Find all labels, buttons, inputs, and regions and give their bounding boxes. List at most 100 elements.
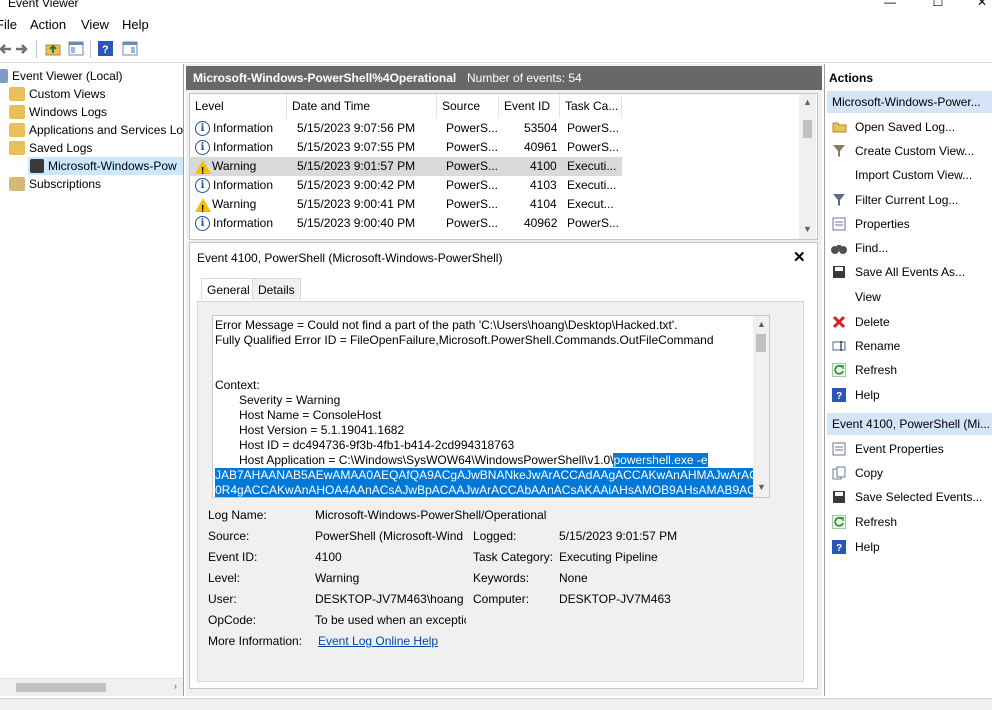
task-category-label: Task Category: xyxy=(473,550,554,564)
scroll-down-icon[interactable]: ▼ xyxy=(803,224,812,234)
action-refresh-event[interactable]: Refresh xyxy=(827,511,992,533)
column-header-event-id[interactable]: Event ID xyxy=(499,94,560,118)
message-vertical-scrollbar[interactable]: ▲ ▼ xyxy=(753,316,769,497)
column-header-source[interactable]: Source xyxy=(437,94,499,118)
action-label: View xyxy=(855,290,881,304)
tab-details[interactable]: Details xyxy=(252,278,301,300)
tree-item-custom-views[interactable]: Custom Views xyxy=(9,85,105,103)
action-help-event[interactable]: ? Help xyxy=(827,536,992,558)
table-row[interactable]: i Information 5/15/2023 9:00:42 PM PowerS… xyxy=(190,176,622,195)
menu-action[interactable]: Action xyxy=(30,17,66,32)
row-source: PowerS... xyxy=(446,178,499,192)
up-folder-icon[interactable] xyxy=(44,40,61,57)
subscriptions-icon xyxy=(9,177,25,191)
tree-item-label: Custom Views xyxy=(29,87,106,101)
source-value: PowerShell (Microsoft-Wind xyxy=(315,529,464,543)
tab-general[interactable]: General xyxy=(201,278,256,300)
actions-section-event[interactable]: Event 4100, PowerShell (Mi... xyxy=(827,413,992,435)
tree-item-windows-logs[interactable]: Windows Logs xyxy=(9,103,107,121)
action-help[interactable]: ? Help xyxy=(827,384,992,406)
action-label: Delete xyxy=(855,315,890,329)
scroll-up-icon[interactable]: ▲ xyxy=(757,319,766,329)
action-label: Event Properties xyxy=(855,442,944,456)
action-label: Save All Events As... xyxy=(855,265,966,279)
window-title: Event Viewer xyxy=(8,0,79,10)
event-log-online-help-link[interactable]: Event Log Online Help xyxy=(318,634,518,648)
event-viewer-icon xyxy=(0,69,8,83)
forward-arrow-icon[interactable] xyxy=(13,40,30,57)
message-line: Fully Qualified Error ID = FileOpenFailu… xyxy=(215,333,714,347)
action-filter-current-log[interactable]: Filter Current Log... xyxy=(827,189,992,211)
tree-item-event-viewer-local[interactable]: Event Viewer (Local) xyxy=(0,67,123,85)
action-import-custom-view[interactable]: Import Custom View... xyxy=(827,164,992,186)
toolbar: ? xyxy=(0,36,992,63)
maximize-button[interactable]: ☐ xyxy=(928,0,948,9)
menu-view[interactable]: View xyxy=(81,17,109,32)
table-row[interactable]: i Information 5/15/2023 9:07:55 PM PowerS… xyxy=(190,138,622,157)
table-row-selected[interactable]: ! Warning 5/15/2023 9:01:57 PM PowerS... … xyxy=(190,157,622,176)
row-source: PowerS... xyxy=(446,140,499,154)
table-row[interactable]: i Information 5/15/2023 9:00:40 PM PowerS… xyxy=(190,214,622,233)
opcode-label: OpCode: xyxy=(208,613,257,627)
delete-icon xyxy=(831,314,847,330)
action-copy[interactable]: Copy xyxy=(827,462,992,484)
action-save-all-events-as[interactable]: Save All Events As... xyxy=(827,261,992,283)
row-event-id: 4100 xyxy=(530,159,557,173)
menu-file[interactable]: File xyxy=(0,17,17,32)
events-table: Level Date and Time Source Event ID Task… xyxy=(189,93,818,240)
menu-help[interactable]: Help xyxy=(122,17,149,32)
action-rename[interactable]: Rename xyxy=(827,335,992,357)
close-icon[interactable]: ✕ xyxy=(793,248,806,266)
tree-item-saved-logs[interactable]: Saved Logs xyxy=(9,139,92,157)
row-date: 5/15/2023 9:00:42 PM xyxy=(297,178,416,192)
row-event-id: 40962 xyxy=(524,216,558,230)
tree-item-saved-powershell-log[interactable]: Microsoft-Windows-Pow xyxy=(28,157,183,175)
row-task: PowerS... xyxy=(567,140,620,154)
column-header-date[interactable]: Date and Time xyxy=(287,94,437,118)
message-line-host-application: Host Application = C:\Windows\SysWOW64\W… xyxy=(239,453,708,468)
scroll-down-icon[interactable]: ▼ xyxy=(757,482,766,492)
tree-horizontal-scrollbar[interactable]: › xyxy=(0,678,183,696)
warning-icon: ! xyxy=(195,197,211,214)
action-view[interactable]: View xyxy=(827,286,992,308)
back-arrow-icon[interactable] xyxy=(0,40,13,57)
log-header: Microsoft-Windows-PowerShell%4Operationa… xyxy=(186,66,822,90)
center-pane: Microsoft-Windows-PowerShell%4Operationa… xyxy=(186,64,822,696)
action-delete[interactable]: Delete xyxy=(827,311,992,333)
svg-text:?: ? xyxy=(836,543,842,554)
close-button[interactable]: ✕ xyxy=(972,0,992,9)
row-source: PowerS... xyxy=(446,159,499,173)
action-refresh[interactable]: Refresh xyxy=(827,359,992,381)
scrollbar-thumb[interactable] xyxy=(756,334,766,352)
table-row[interactable]: ! Warning 5/15/2023 9:00:41 PM PowerS... … xyxy=(190,195,622,214)
actions-section-log[interactable]: Microsoft-Windows-Power... xyxy=(827,91,992,113)
tree-item-subscriptions[interactable]: Subscriptions xyxy=(9,175,101,193)
scroll-up-icon[interactable]: ▲ xyxy=(803,97,812,107)
row-task: Execut... xyxy=(567,197,614,211)
general-tab-content: Error Message = Could not find a part of… xyxy=(197,301,804,682)
action-save-selected-events[interactable]: Save Selected Events... xyxy=(827,486,992,508)
action-find[interactable]: Find... xyxy=(827,237,992,259)
action-open-saved-log[interactable]: Open Saved Log... xyxy=(827,116,992,138)
message-line: Severity = Warning xyxy=(239,393,341,407)
minimize-button[interactable]: — xyxy=(880,0,900,9)
scrollbar-thumb[interactable] xyxy=(16,683,106,692)
action-event-properties[interactable]: Event Properties xyxy=(827,438,992,460)
action-properties[interactable]: Properties xyxy=(827,213,992,235)
navigation-tree: Event Viewer (Local) Custom Views Window… xyxy=(0,64,184,696)
action-label: Copy xyxy=(855,466,884,480)
action-create-custom-view[interactable]: Create Custom View... xyxy=(827,140,992,162)
tree-item-applications-services[interactable]: Applications and Services Lo xyxy=(9,121,183,139)
events-vertical-scrollbar[interactable]: ▲ ▼ xyxy=(799,94,816,239)
help-icon[interactable]: ? xyxy=(97,40,114,57)
scroll-right-icon[interactable]: › xyxy=(174,681,177,691)
show-action-pane-icon[interactable] xyxy=(121,40,138,57)
table-row[interactable]: i Information 5/15/2023 9:07:56 PM PowerS… xyxy=(190,119,622,138)
column-header-level[interactable]: Level xyxy=(190,94,287,118)
scrollbar-thumb[interactable] xyxy=(803,120,812,138)
detail-title: Event 4100, PowerShell (Microsoft-Window… xyxy=(197,251,503,265)
event-message-box[interactable]: Error Message = Could not find a part of… xyxy=(212,315,770,498)
show-hide-tree-icon[interactable] xyxy=(67,40,84,57)
column-header-task-category[interactable]: Task Ca... xyxy=(560,94,622,118)
message-line: Host ID = dc494736-9f3b-4fb1-b414-2cd994… xyxy=(239,438,515,452)
